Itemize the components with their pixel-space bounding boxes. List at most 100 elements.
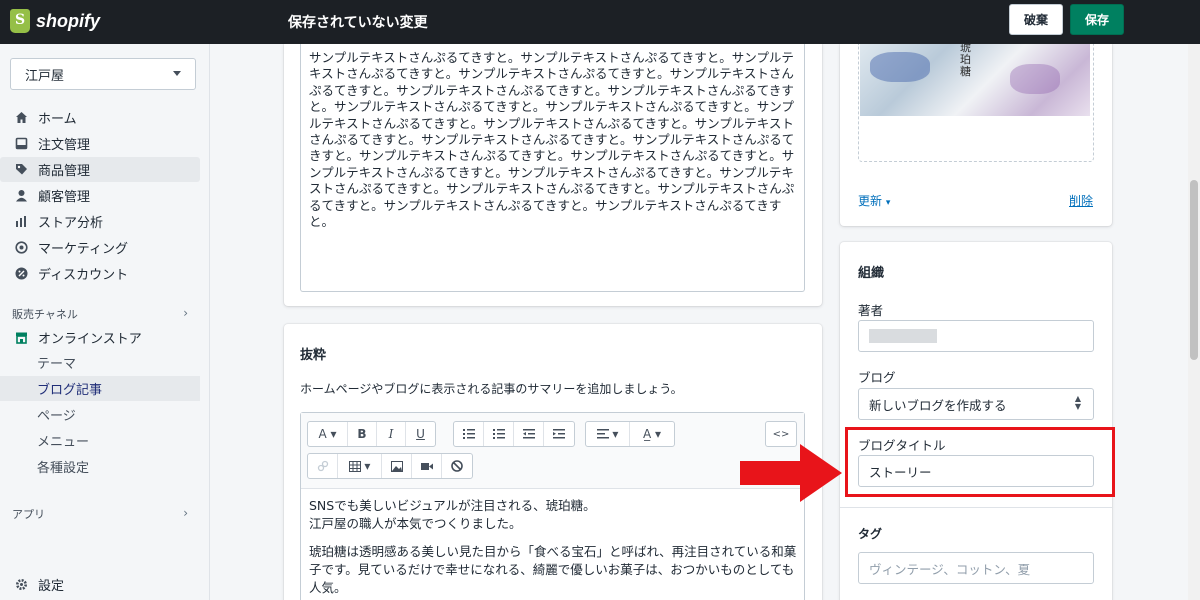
author-redacted	[869, 329, 937, 343]
excerpt-title: 抜粋	[300, 348, 327, 363]
nav-themes[interactable]: テーマ	[0, 350, 200, 375]
outdent-icon[interactable]	[514, 422, 544, 446]
select-arrows-icon: ▲ ▼	[1074, 394, 1081, 411]
nav-products[interactable]: 商品管理	[0, 157, 200, 182]
nav-label: 注文管理	[38, 138, 91, 153]
delete-image-link[interactable]: 削除	[1069, 192, 1093, 209]
nav-home[interactable]: ホーム	[0, 105, 200, 130]
store-selector[interactable]: 江戸屋	[10, 58, 196, 90]
tag-icon	[14, 163, 28, 177]
nav-label: オンラインストア	[38, 332, 142, 347]
nav-blog-posts[interactable]: ブログ記事	[0, 376, 200, 401]
nav-settings[interactable]: 設定	[0, 572, 200, 597]
target-icon	[14, 241, 28, 255]
editor-line: SNSでも美しいビジュアルが注目される、琥珀糖。	[309, 498, 596, 513]
update-image-link[interactable]: 更新 ▾	[858, 192, 890, 209]
indent-icon[interactable]	[544, 422, 574, 446]
author-label: 著者	[858, 303, 884, 318]
numbered-list-icon[interactable]	[484, 422, 514, 446]
align-color-group: ▾ A̲ ▾	[585, 421, 675, 447]
apps-header[interactable]: アプリ ›	[12, 506, 188, 522]
red-arrow-icon	[740, 444, 842, 502]
tags-input[interactable]: ヴィンテージ、コットン、夏	[858, 552, 1094, 584]
insert-group: ▾	[307, 453, 473, 479]
content-text-area[interactable]: サンプルテキストさんぷるてきすと。サンプルテキストさんぷるてきすと。サンプルテキ…	[300, 44, 805, 292]
excerpt-editor[interactable]: A ▾ B I U ▾ A̲ ▾ <> ▾ SNSでも美しいビジュアルが注目され…	[300, 412, 805, 600]
scrollbar-thumb[interactable]	[1190, 180, 1198, 360]
nav-marketing[interactable]: マーケティング	[0, 235, 200, 260]
font-style-dropdown[interactable]: A ▾	[308, 422, 348, 446]
bold-button[interactable]: B	[348, 422, 377, 446]
editor-line: 江戸屋の職人が本気でつくりました。	[309, 516, 522, 531]
nav-label: 設定	[38, 579, 65, 594]
sales-channels-header[interactable]: 販売チャネル ›	[12, 306, 188, 322]
excerpt-description: ホームページやブログに表示される記事のサマリーを追加しましょう。	[300, 382, 683, 396]
align-dropdown[interactable]: ▾	[586, 422, 630, 446]
table-dropdown[interactable]: ▾	[338, 454, 382, 478]
nav-label: メニュー	[37, 435, 90, 450]
editor-toolbar: A ▾ B I U ▾ A̲ ▾ <> ▾	[301, 413, 804, 489]
image-caption: 琥珀糖	[960, 44, 971, 78]
sales-channels-label: 販売チャネル	[12, 308, 78, 321]
nav-orders[interactable]: 注文管理	[0, 131, 200, 156]
highlight-box	[845, 427, 1115, 497]
nav-pages[interactable]: ページ	[0, 402, 200, 427]
apps-label: アプリ	[12, 508, 45, 521]
nav-analytics[interactable]: ストア分析	[0, 209, 200, 234]
list-group	[453, 421, 575, 447]
nav-preferences[interactable]: 各種設定	[0, 454, 200, 479]
editor-body[interactable]: SNSでも美しいビジュアルが注目される、琥珀糖。 江戸屋の職人が本気でつくりまし…	[309, 497, 797, 597]
discard-button[interactable]: 破棄	[1009, 4, 1063, 35]
nav-label: 商品管理	[38, 164, 91, 179]
clear-format-icon[interactable]	[442, 454, 472, 478]
brand-name: shopify	[36, 10, 101, 31]
nav-label: ディスカウント	[38, 268, 129, 283]
italic-button[interactable]: I	[377, 422, 406, 446]
bullet-list-icon[interactable]	[454, 422, 484, 446]
storefront-icon	[14, 331, 28, 345]
bar-chart-icon	[14, 215, 28, 229]
nav-label: ホーム	[38, 112, 77, 127]
unsaved-changes-title: 保存されていない変更	[288, 15, 428, 31]
shopify-logo[interactable]: shopify	[10, 9, 100, 33]
caret-down-icon	[173, 71, 181, 76]
organization-card	[840, 242, 1112, 600]
tags-label: タグ	[858, 527, 883, 541]
nav-online-store[interactable]: オンラインストア	[0, 325, 200, 350]
underline-button[interactable]: U	[406, 422, 435, 446]
editor-paragraph: 琥珀糖は透明感ある美しい見た目から「食べる宝石」と呼ばれ、再注目されている和菓子…	[309, 544, 797, 595]
sidebar: 江戸屋 ホーム 注文管理 商品管理 顧客管理 ストア分析 マーケティング ディス…	[0, 44, 210, 600]
chevron-right-icon: ›	[183, 506, 188, 520]
blog-select[interactable]: 新しいブログを作成する ▲ ▼	[858, 388, 1094, 420]
nav-label: ブログ記事	[37, 383, 103, 398]
image-icon[interactable]	[382, 454, 412, 478]
font-group: A ▾ B I U	[307, 421, 436, 447]
chevron-right-icon: ›	[183, 306, 188, 320]
person-icon	[14, 189, 28, 203]
store-name: 江戸屋	[25, 68, 65, 84]
link-icon[interactable]	[308, 454, 338, 478]
save-button[interactable]: 保存	[1070, 4, 1124, 35]
shopify-bag-icon	[10, 9, 30, 33]
discount-icon	[14, 267, 28, 281]
organization-title: 組織	[858, 266, 885, 281]
nav-label: 各種設定	[37, 461, 90, 476]
blog-label: ブログ	[858, 370, 896, 385]
nav-discounts[interactable]: ディスカウント	[0, 261, 200, 286]
nav-label: ページ	[37, 409, 76, 424]
nav-label: 顧客管理	[38, 190, 91, 205]
featured-image: 琥珀糖	[860, 44, 1090, 116]
nav-menus[interactable]: メニュー	[0, 428, 200, 453]
top-bar: shopify 保存されていない変更 破棄 保存	[0, 0, 1200, 44]
caret-down-icon: ▾	[885, 198, 891, 208]
nav-label: ストア分析	[38, 216, 104, 231]
author-select[interactable]	[858, 320, 1094, 352]
nav-label: テーマ	[37, 357, 77, 372]
gear-icon	[14, 578, 28, 592]
divider	[840, 507, 1112, 508]
orders-icon	[14, 137, 28, 151]
nav-label: マーケティング	[38, 242, 128, 257]
video-icon[interactable]	[412, 454, 442, 478]
nav-customers[interactable]: 顧客管理	[0, 183, 200, 208]
text-color-dropdown[interactable]: A̲ ▾	[630, 422, 674, 446]
